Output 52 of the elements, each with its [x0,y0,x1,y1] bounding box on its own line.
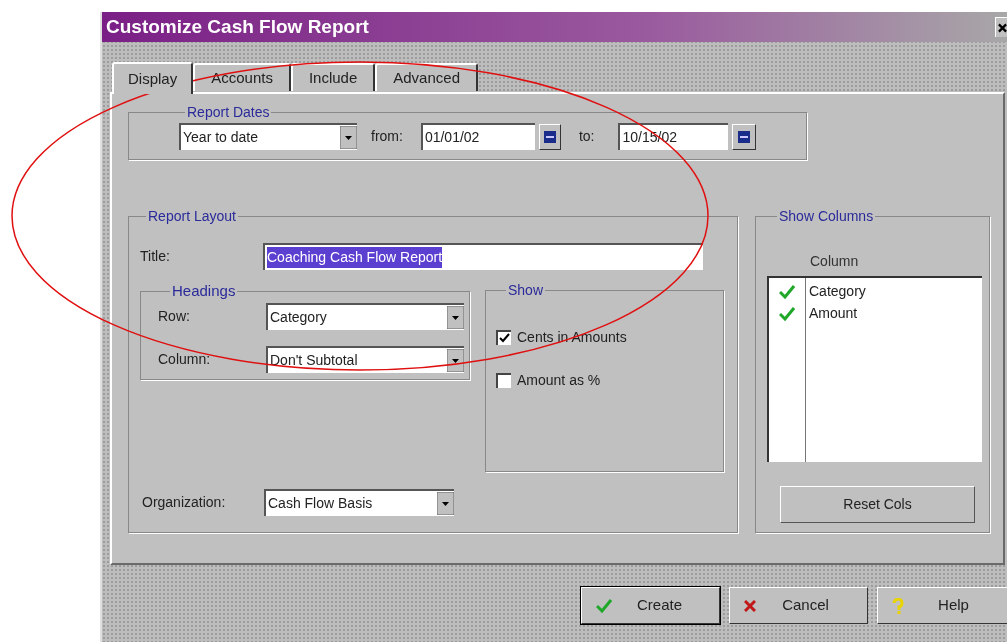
title-field[interactable]: Coaching Cash Flow Report [263,243,703,270]
column-label: Column: [158,349,212,369]
group-legend: Show [506,280,546,301]
dropdown-value: Cash Flow Basis [268,494,374,513]
dropdown-arrow-icon [447,305,464,329]
question-mark-icon [892,597,904,614]
dropdown-value: Category [270,307,328,327]
group-legend: Report Layout [146,206,238,227]
group-legend: Show Columns [777,206,876,227]
close-button[interactable] [995,17,1007,37]
checkbox[interactable] [496,330,511,345]
column-header: Column [810,252,860,271]
dropdown[interactable]: Category [266,302,464,330]
check-icon[interactable] [779,285,795,299]
calendar-icon [543,130,556,143]
column-item[interactable]: Amount [809,302,866,324]
cross-icon [744,599,756,612]
dropdown[interactable]: Cash Flow Basis [264,489,454,516]
create-button[interactable]: Create [581,587,720,624]
check-icon [596,598,612,613]
to-label: to: [578,127,595,146]
tab[interactable]: Accounts [193,63,291,91]
dropdown-value: Don't Subtotal [270,350,359,370]
tab[interactable]: Include [290,63,376,91]
group-legend: Headings [170,280,238,303]
window-title: Customize Cash Flow Report [106,14,369,39]
dropdown-arrow-icon [447,348,464,372]
dropdown-arrow-icon [437,492,454,515]
group-legend: Report Dates [185,102,272,123]
reset-columns-button[interactable]: Reset Cols [780,486,975,523]
organization-label: Organization: [141,493,227,512]
checkbox[interactable] [496,373,511,388]
calendar-button[interactable] [538,123,561,150]
calendar-button[interactable] [732,123,757,150]
date-field[interactable]: 01/01/02 [420,123,535,150]
help-button[interactable]: Help [877,587,1007,624]
check-icon[interactable] [779,307,795,321]
dropdown[interactable]: Don't Subtotal [266,345,464,373]
dropdown-value: Year to date [183,128,259,147]
dropdown[interactable]: Year to date [179,123,357,150]
dropdown-arrow-icon [340,126,357,149]
tab[interactable]: Advanced [375,63,478,91]
title-label: Title: [140,247,171,266]
row-label: Row: [158,306,191,326]
tab[interactable]: Display [112,62,194,94]
column-item[interactable]: Category [809,280,866,302]
title-value: Coaching Cash Flow Report [267,247,443,268]
calendar-icon [738,130,751,143]
close-icon [998,22,1007,33]
from-label: from: [371,127,403,146]
checkbox-label: Amount as % [517,371,601,390]
cancel-button[interactable]: Cancel [729,587,868,624]
